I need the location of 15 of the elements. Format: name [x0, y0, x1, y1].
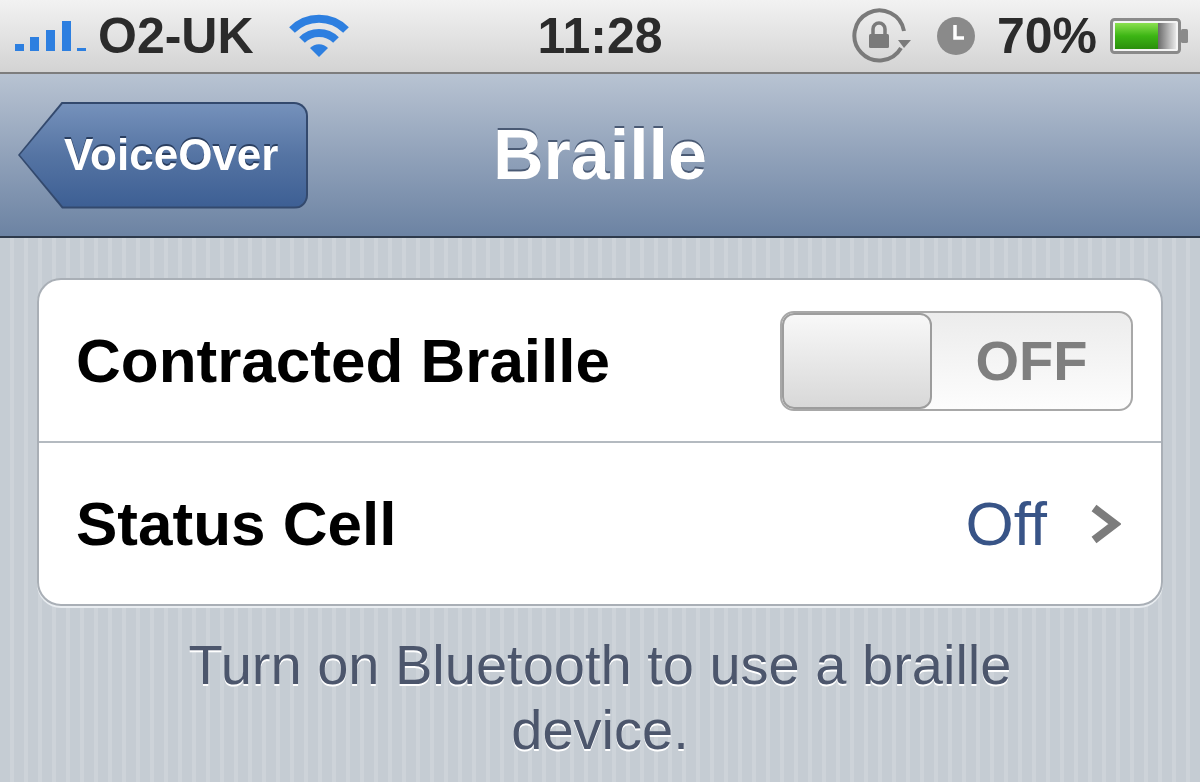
setting-label: Status Cell	[76, 492, 398, 555]
screen-title: Braille	[493, 120, 707, 190]
footer-note: Turn on Bluetooth to use a braille device.	[187, 632, 1013, 762]
back-button[interactable]: VoiceOver	[18, 101, 309, 209]
toggle-switch[interactable]: OFF	[780, 310, 1133, 411]
signal-bars-icon	[15, 21, 86, 51]
setting-value: Off	[965, 492, 1047, 555]
carrier-name: O2-UK	[98, 11, 254, 61]
battery-icon	[1110, 18, 1188, 54]
clock-time: 11:28	[537, 11, 663, 61]
clock-icon	[936, 17, 975, 55]
chevron-icon	[1089, 503, 1121, 544]
wifi-icon	[288, 13, 349, 59]
setting-label: Contracted Braille	[76, 329, 612, 392]
battery-percentage: 70%	[996, 11, 1097, 61]
